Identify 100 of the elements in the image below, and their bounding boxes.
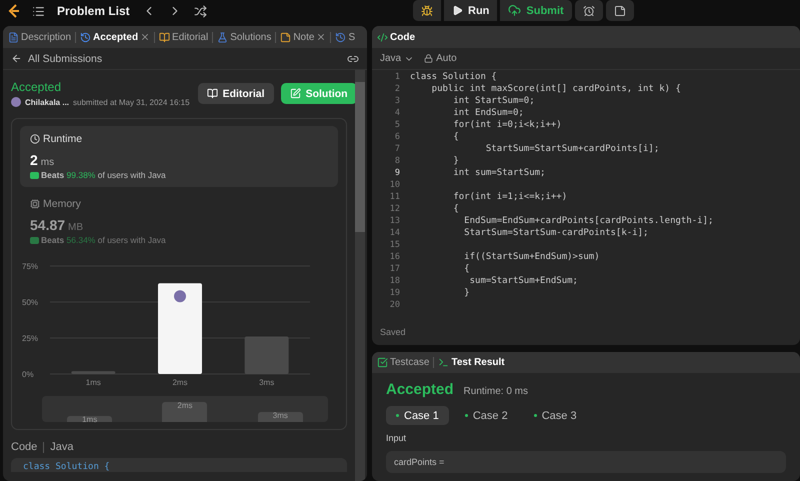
- code-line[interactable]: StartSum=StartSum-cardPoints[k-i];: [410, 228, 648, 238]
- lock-icon: [424, 54, 434, 63]
- panel-tab[interactable]: Description: [8, 32, 72, 42]
- debug-button[interactable]: [413, 0, 441, 21]
- auto-mode[interactable]: Auto: [424, 53, 457, 64]
- line-number: 19: [388, 288, 400, 298]
- code-line[interactable]: {: [410, 264, 470, 274]
- line-number: 8: [394, 156, 400, 166]
- tab-icon: [80, 32, 92, 42]
- line-number: 14: [388, 228, 400, 238]
- axis-category-label: 3ms: [259, 378, 274, 387]
- code-icon: [377, 32, 388, 42]
- timer-button[interactable]: [574, 0, 603, 21]
- line-number: 11: [388, 192, 400, 202]
- overview-bar: 3ms: [258, 412, 303, 422]
- overview-bar: 2ms: [162, 402, 208, 422]
- stat-panel[interactable]: Runtime 2 ms Beats 99.38% of users with Java: [20, 126, 338, 187]
- line-number: 6: [394, 132, 400, 142]
- problem-list-title[interactable]: Problem List: [57, 4, 130, 18]
- list-icon[interactable]: [32, 4, 45, 18]
- result-tab[interactable]: Test Result: [438, 357, 505, 368]
- axis-tick-label: 50%: [22, 298, 38, 307]
- tab-icon: [335, 32, 346, 42]
- code-line[interactable]: }: [410, 156, 459, 166]
- code-line[interactable]: for(int i=1;i<=k;i++): [410, 192, 568, 202]
- pencil-icon: [290, 88, 301, 99]
- code-line[interactable]: {: [410, 132, 459, 142]
- language-select[interactable]: Java: [380, 53, 414, 64]
- stat-title: Runtime: [43, 133, 82, 145]
- submit-button[interactable]: Submit: [500, 0, 572, 21]
- stat-title: Memory: [43, 198, 81, 210]
- line-number: 18: [388, 276, 400, 286]
- panel-tab[interactable]: Note: [280, 32, 326, 42]
- code-line[interactable]: class Solution {: [410, 72, 497, 82]
- axis-tick-label: 25%: [22, 334, 38, 343]
- close-icon[interactable]: [316, 32, 326, 42]
- user-name[interactable]: Chilakala ...: [25, 98, 70, 106]
- code-line[interactable]: StartSum=StartSum+cardPoints[i];: [410, 144, 660, 154]
- axis-category-label: 1ms: [86, 378, 101, 387]
- code-tab[interactable]: Code: [377, 32, 415, 42]
- code-line[interactable]: public int maxScore(int[] cardPoints, int k) {: [410, 84, 681, 94]
- code-line[interactable]: int sum=StartSum;: [410, 168, 546, 178]
- line-number: 13: [388, 216, 400, 226]
- scrollbar[interactable]: [355, 70, 365, 481]
- play-icon: [452, 5, 463, 16]
- book-icon: [206, 88, 218, 99]
- line-number: 7: [394, 144, 400, 154]
- line-number: 17: [388, 264, 400, 274]
- line-number: 16: [388, 252, 400, 262]
- line-number: 1: [394, 72, 400, 82]
- code-line[interactable]: {: [410, 204, 459, 214]
- panel-tab[interactable]: Editorial: [159, 32, 208, 42]
- tab-icon: [217, 32, 228, 42]
- code-label: Code: [11, 441, 38, 453]
- input-value: cardPoints =: [386, 451, 786, 473]
- tab-icon: [8, 32, 19, 42]
- overview-bar: 1ms: [67, 416, 112, 422]
- line-number: 15: [388, 240, 400, 250]
- case-tab[interactable]: Case 3: [524, 406, 587, 425]
- avatar-icon: [174, 290, 186, 302]
- code-line[interactable]: for(int i=0;i<k;i++): [410, 120, 562, 130]
- line-number: 9: [394, 168, 400, 178]
- run-button[interactable]: Run: [444, 0, 498, 21]
- axis-tick-label: 0%: [22, 370, 34, 379]
- result-tab[interactable]: Testcase: [377, 357, 430, 368]
- case-tab[interactable]: Case 1: [386, 406, 449, 425]
- code-line[interactable]: int StartSum=0;: [410, 96, 535, 106]
- stat-value: 2 ms: [30, 152, 56, 168]
- panel-tab[interactable]: Accepted: [80, 32, 150, 42]
- terminal-icon: [438, 357, 450, 368]
- all-submissions-link[interactable]: All Submissions: [28, 52, 341, 64]
- avatar-icon: [11, 97, 21, 107]
- panel-tab[interactable]: Solutions: [217, 32, 272, 42]
- code-line[interactable]: int EndSum=0;: [410, 108, 524, 118]
- distribution-bar[interactable]: [158, 283, 202, 374]
- close-icon[interactable]: [140, 32, 150, 42]
- editorial-button[interactable]: Editorial: [198, 83, 274, 104]
- stat-panel[interactable]: Memory 54.87 MB Beats 56.34% of users with Java: [20, 191, 338, 252]
- code-line[interactable]: }: [410, 288, 470, 298]
- stat-value: 54.87 MB: [30, 217, 84, 233]
- result-status: Accepted: [386, 381, 454, 398]
- line-number: 12: [388, 204, 400, 214]
- panel-tab[interactable]: S: [335, 32, 356, 42]
- alarm-clock-icon: [582, 4, 595, 16]
- bug-icon: [421, 4, 433, 16]
- notes-button[interactable]: [606, 0, 634, 21]
- tab-icon: [159, 32, 170, 42]
- code-line[interactable]: sum=StartSum+EndSum;: [410, 276, 578, 286]
- checkbox-icon: [377, 357, 388, 368]
- input-label: Input: [386, 433, 408, 443]
- line-number: 2: [394, 84, 400, 94]
- line-number: 3: [394, 96, 400, 106]
- case-tab[interactable]: Case 2: [454, 406, 518, 425]
- back-arrow-icon[interactable]: [11, 53, 22, 64]
- shuffle-icon[interactable]: [194, 4, 207, 18]
- save-status: Saved: [379, 326, 407, 339]
- logo-icon[interactable]: [8, 4, 20, 18]
- axis-tick-label: 75%: [22, 262, 38, 271]
- code-line[interactable]: if((StartSum+EndSum)>sum): [410, 252, 600, 262]
- code-line[interactable]: EndSum=EndSum+cardPoints[cardPoints.length-i];: [410, 216, 714, 226]
